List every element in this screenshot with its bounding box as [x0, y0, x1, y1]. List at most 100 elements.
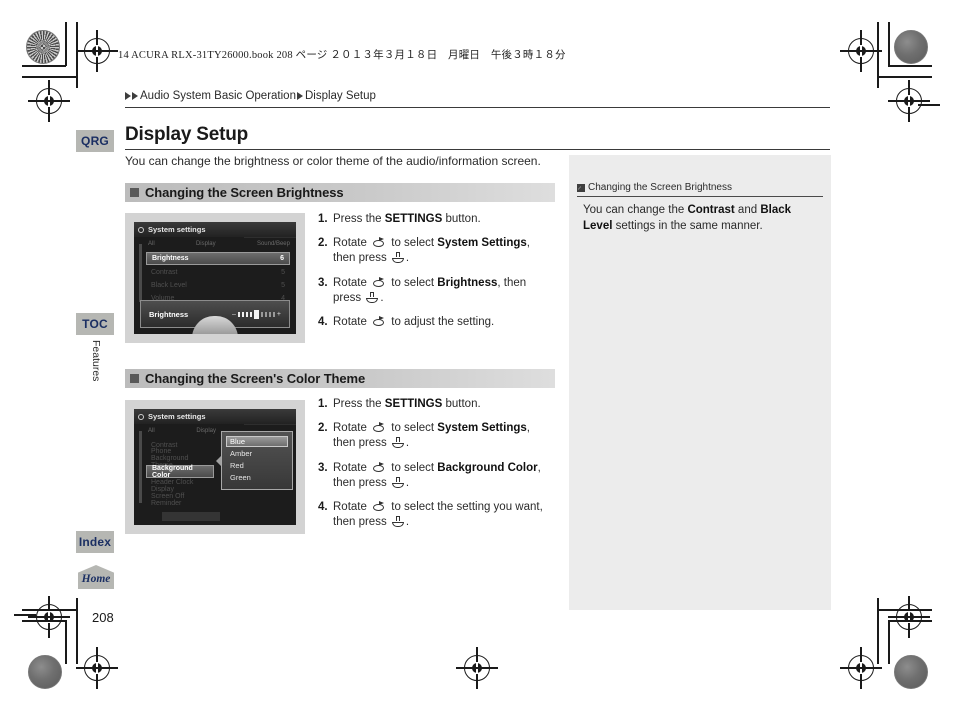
- control-dial-illustration: [192, 316, 238, 334]
- col-label-display-1: Display: [195, 241, 216, 247]
- crop-mark-top-outer: [22, 65, 66, 67]
- crop-mark-bottom-inner: [22, 609, 76, 611]
- rotate-knob-icon: [372, 461, 386, 473]
- step-number: 1.: [318, 398, 328, 410]
- figure-brightness-screen: System settings All Display Sound/Beep B…: [125, 213, 305, 343]
- popup-option-green[interactable]: Green: [226, 472, 288, 483]
- sidebar-tab-features[interactable]: Features: [76, 338, 114, 400]
- popup-option-amber[interactable]: Amber: [226, 448, 288, 459]
- sidebar-tab-features-label: Features: [90, 340, 102, 382]
- screen-row-phone-bg-theme[interactable]: Phone Background Theme: [146, 448, 214, 469]
- step-number: 3.: [318, 276, 328, 289]
- figure-color-theme-screen: System settings All Display Contrast Pho…: [125, 400, 305, 534]
- popup-option-red[interactable]: Red: [226, 460, 288, 471]
- press-knob-icon: [391, 437, 404, 449]
- crop-mark-bottom-outer: [22, 620, 66, 622]
- registration-target-bottom-center: [456, 647, 498, 689]
- sidebar-tab-home[interactable]: Home: [78, 565, 114, 589]
- note-emphasis-contrast: Contrast: [687, 204, 735, 216]
- screen-row-background-color[interactable]: Background Color: [146, 464, 214, 479]
- screen-column-headers-2: All Display: [148, 428, 216, 436]
- step-text: Rotate to select Brightness, then press …: [333, 276, 527, 304]
- slider-knob[interactable]: [253, 309, 259, 319]
- crop-mark-left-inner: [76, 22, 78, 88]
- crop-mark-bottomright-h-outer: [888, 620, 932, 622]
- car-screen-2: System settings All Display Contrast Pho…: [134, 409, 296, 525]
- crop-mark-topright-inner: [877, 76, 932, 78]
- screen-row-label-black-level: Black Level: [151, 282, 187, 289]
- side-note-heading: Changing the Screen Brightness: [577, 182, 823, 197]
- screen-row-label-brightness: Brightness: [152, 255, 189, 262]
- section-heading-color-theme: Changing the Screen's Color Theme: [125, 369, 555, 388]
- popup-option-blue[interactable]: Blue: [226, 436, 288, 447]
- gear-icon-2: [138, 413, 144, 420]
- registration-starburst-top-left: [26, 30, 60, 64]
- triangle-icon-1: [125, 92, 131, 100]
- step-number: 4.: [318, 500, 328, 513]
- screen-row-label-screen-off-reminder: Screen Off Reminder: [151, 492, 185, 507]
- registration-dot-top-right: [894, 30, 928, 64]
- triangle-icon-2: [132, 92, 138, 100]
- screen-scroll-rail-1[interactable]: [139, 244, 142, 302]
- registration-target-top-left: [76, 30, 118, 72]
- background-color-popup: Blue Amber Red Green: [221, 431, 293, 490]
- screen-row-value-brightness: 6: [280, 255, 284, 262]
- registration-target-lower-right: [888, 596, 930, 638]
- crop-mark-bottomleft-outer: [65, 620, 67, 664]
- crop-mark-right-outer: [888, 22, 890, 66]
- trim-line-left: [14, 614, 36, 616]
- breadcrumb-parent[interactable]: Audio System Basic Operation: [140, 90, 296, 102]
- step-emphasis: Background Color: [437, 461, 538, 474]
- crop-mark-right-inner: [877, 22, 879, 88]
- screen-row-black-level[interactable]: Black Level 5: [146, 279, 290, 292]
- registration-target-upper-left: [28, 80, 70, 122]
- press-knob-icon: [391, 476, 404, 488]
- step-text: Rotate to select System Settings, then p…: [333, 422, 530, 450]
- sidebar-tab-toc[interactable]: TOC: [76, 313, 114, 335]
- sidebar-tab-index[interactable]: Index: [76, 531, 114, 553]
- rotate-knob-icon: [372, 422, 386, 433]
- slider-label: Brightness: [149, 309, 189, 319]
- step-item: 3. Rotate to select Background Color, th…: [318, 461, 553, 491]
- step-number: 1.: [318, 213, 328, 225]
- step-emphasis: System Settings: [437, 237, 527, 250]
- steps-list-brightness: 1. Press the SETTINGS button. 2. Rotate …: [318, 212, 553, 339]
- screen-bottom-button[interactable]: [162, 512, 220, 521]
- screen-row-header-clock[interactable]: Header Clock Display: [146, 479, 214, 493]
- step-number: 3.: [318, 461, 328, 474]
- slider-track[interactable]: – +: [232, 309, 281, 319]
- trim-line-right: [918, 104, 940, 106]
- crop-mark-bottomright-inner: [877, 598, 879, 664]
- registration-target-bottom-right: [840, 647, 882, 689]
- screen-row-label-background-color: Background Color: [152, 464, 193, 479]
- screen-row-screen-off-reminder[interactable]: Screen Off Reminder: [146, 492, 214, 507]
- page-number: 208: [92, 610, 114, 625]
- col-label-all-2: All: [148, 428, 155, 434]
- side-note-heading-label: Changing the Screen Brightness: [588, 182, 732, 193]
- screen-titlebar-1: System settings: [134, 222, 296, 237]
- registration-target-upper-right: [888, 80, 930, 122]
- crop-mark-bottomright-outer: [888, 620, 890, 664]
- crop-mark-bottomleft-inner: [76, 598, 78, 664]
- section-heading-brightness: Changing the Screen Brightness: [125, 183, 555, 202]
- step-emphasis: SETTINGS: [384, 398, 443, 410]
- step-item: 3. Rotate to select Brightness, then pre…: [318, 276, 553, 306]
- screen-row-brightness[interactable]: Brightness 6: [146, 252, 290, 265]
- sidebar-tab-qrg[interactable]: QRG: [76, 130, 114, 152]
- slider-minus-label[interactable]: –: [232, 311, 236, 318]
- screen-row-contrast[interactable]: Contrast 5: [146, 266, 290, 279]
- square-bullet-icon: [130, 188, 139, 197]
- screen-row-value-black-level: 5: [281, 282, 285, 289]
- crop-mark-left-outer: [65, 22, 67, 66]
- registration-dot-bottom-right: [894, 655, 928, 689]
- step-number: 2.: [318, 422, 328, 435]
- note-marker-icon: [577, 183, 585, 192]
- slider-plus-label[interactable]: +: [277, 311, 281, 318]
- step-item: 2. Rotate to select System Settings, the…: [318, 236, 553, 266]
- step-item: 4. Rotate to adjust the setting.: [318, 315, 553, 330]
- screen-scroll-rail-2[interactable]: [139, 431, 142, 503]
- step-item: 1. Press the SETTINGS button.: [318, 397, 553, 412]
- crop-mark-bottomright-h-inner: [877, 609, 932, 611]
- screen-brightness-slider[interactable]: Brightness – +: [140, 300, 290, 334]
- side-note-body: You can change the Contrast and Black Le…: [583, 204, 791, 232]
